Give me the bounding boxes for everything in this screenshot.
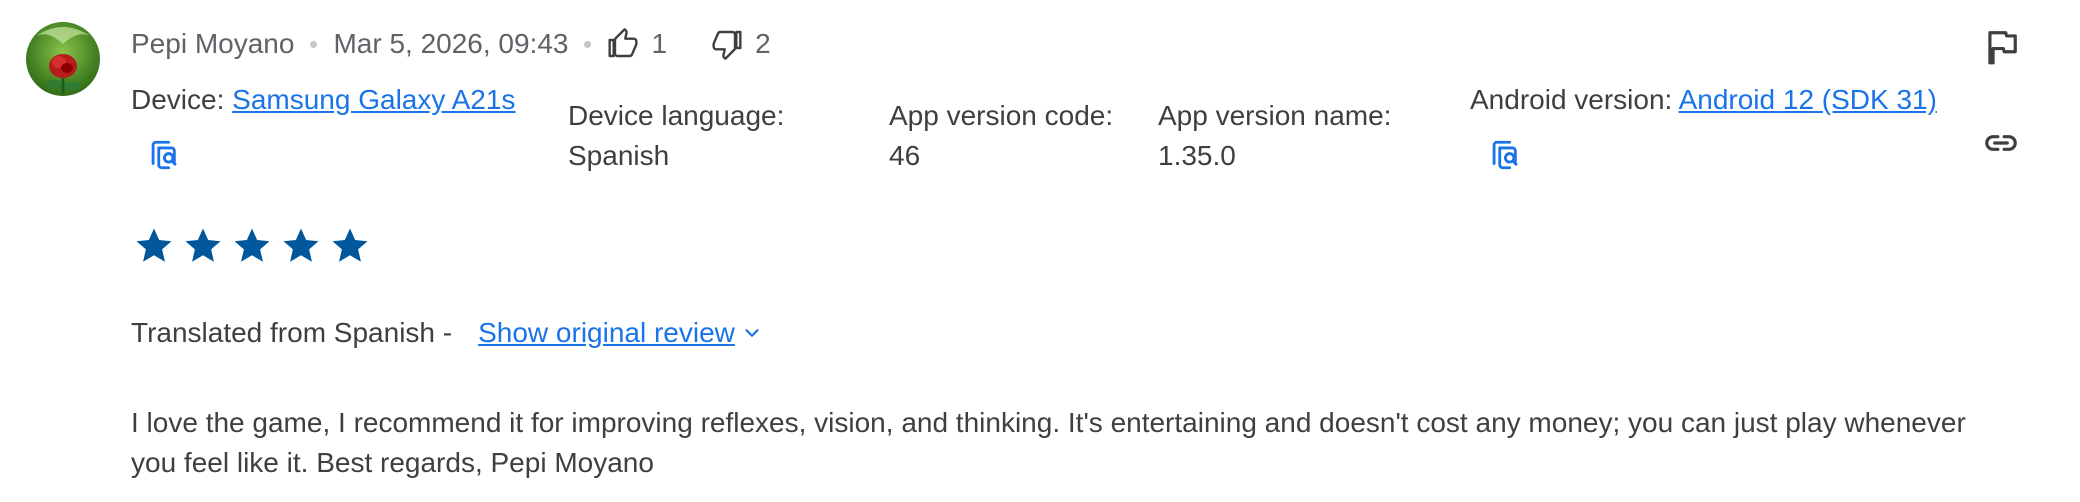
unhelpful-count: 2	[755, 28, 771, 59]
copy-details-icon[interactable]	[1487, 138, 1521, 172]
device-label: Device:	[131, 84, 225, 115]
android-version-link[interactable]: Android 12 (SDK 31)	[1679, 84, 1937, 115]
app-version-code-info: App version code: 46	[889, 96, 1113, 176]
star-icon	[283, 228, 319, 262]
separator-dot	[310, 40, 318, 48]
app-version-code-label: App version code:	[889, 100, 1114, 131]
avatar	[26, 22, 100, 96]
author-name: Pepi Moyano	[131, 28, 295, 59]
separator-dot	[584, 40, 592, 48]
device-language-info: Device language: Spanish	[568, 96, 784, 176]
device-link[interactable]: Samsung Galaxy A21s	[232, 84, 515, 115]
thumbs-down-icon[interactable]	[711, 28, 743, 60]
review-body: I love the game, I recommend it for impr…	[131, 407, 1966, 478]
review-header: Pepi Moyano Mar 5, 2026, 09:43 1 2	[131, 24, 771, 64]
device-info: Device: Samsung Galaxy A21s	[131, 80, 515, 120]
app-version-name-label: App version name:	[1158, 100, 1392, 131]
android-version-info: Android version: Android 12 (SDK 31)	[1470, 80, 1937, 120]
copy-details-icon[interactable]	[146, 138, 180, 172]
device-language-value: Spanish	[568, 140, 670, 171]
device-language-label: Device language:	[568, 100, 785, 131]
helpful-count: 1	[651, 28, 668, 59]
star-icon	[185, 228, 221, 262]
show-original-review-link[interactable]: Show original review	[478, 313, 735, 353]
star-icon	[136, 228, 172, 262]
link-icon[interactable]	[1982, 124, 2020, 162]
android-version-label: Android version:	[1470, 84, 1673, 115]
translation-notice: Translated from Spanish - Show original …	[131, 313, 763, 353]
helpful-vote[interactable]: 1	[607, 28, 667, 60]
app-version-code-value: 46	[889, 140, 921, 171]
translated-label: Translated from Spanish -	[131, 317, 453, 348]
chevron-down-icon[interactable]	[741, 322, 763, 344]
flag-icon[interactable]	[1982, 28, 2020, 66]
thumbs-up-icon[interactable]	[607, 28, 639, 60]
app-version-name-value: 1.35.0	[1158, 140, 1236, 171]
unhelpful-vote[interactable]: 2	[711, 28, 771, 60]
app-version-name-info: App version name: 1.35.0	[1158, 96, 1391, 176]
review-date: Mar 5, 2026, 09:43	[333, 28, 569, 59]
star-icon	[332, 228, 368, 262]
star-icon	[234, 228, 270, 262]
avatar-rose-image	[26, 22, 100, 96]
star-rating	[133, 225, 371, 267]
